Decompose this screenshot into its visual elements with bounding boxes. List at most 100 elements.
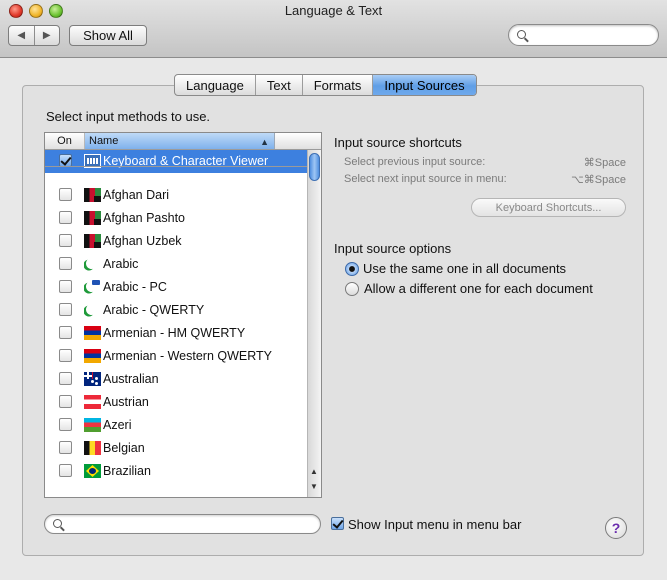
row-enabled-checkbox[interactable]: [59, 349, 72, 362]
show-input-menu-label: Show Input menu in menu bar: [348, 517, 522, 532]
show-input-menu-checkbox[interactable]: [331, 517, 344, 530]
afghanistan-flag-icon: [84, 211, 101, 225]
input-source-filter-input[interactable]: [67, 517, 307, 531]
back-forward-control: ◀ ▶: [8, 25, 60, 46]
row-name: Arabic - QWERTY: [103, 303, 205, 317]
table-row[interactable]: Arabic - QWERTY: [45, 299, 307, 322]
arabic-pc-icon: [84, 280, 101, 294]
row-enabled-checkbox[interactable]: [59, 257, 72, 270]
scroll-down-icon[interactable]: ▼: [310, 482, 318, 491]
input-source-filter-field[interactable]: [44, 514, 321, 534]
tab-language[interactable]: Language: [175, 75, 255, 95]
australia-flag-icon: [84, 372, 101, 386]
row-enabled-checkbox[interactable]: [59, 395, 72, 408]
table-row[interactable]: Afghan Pashto: [45, 207, 307, 230]
scrollbar-thumb[interactable]: [309, 153, 320, 181]
row-enabled-checkbox[interactable]: [59, 464, 72, 477]
row-name: Azeri: [103, 418, 132, 432]
previous-source-shortcut: ⌘Space: [583, 157, 626, 169]
table-row[interactable]: Afghan Uzbek: [45, 230, 307, 253]
back-arrow-icon: ◀: [17, 30, 26, 41]
row-enabled-checkbox[interactable]: [59, 211, 72, 224]
different-source-label: Allow a different one for each document: [364, 281, 593, 296]
column-header-name[interactable]: Name ▲: [85, 133, 275, 149]
column-header-on[interactable]: On: [45, 133, 85, 149]
help-button[interactable]: ?: [605, 517, 627, 539]
preferences-search-input[interactable]: [531, 28, 651, 42]
table-row[interactable]: Australian: [45, 368, 307, 391]
brazil-flag-icon: [84, 464, 101, 478]
keyboard-shortcuts-button[interactable]: Keyboard Shortcuts...: [471, 198, 626, 217]
next-source-shortcut: ⌥⌘Space: [571, 174, 626, 186]
window-toolbar: Language & Text ◀ ▶ Show All: [0, 0, 667, 58]
table-row[interactable]: Azeri: [45, 414, 307, 437]
row-name: Afghan Uzbek: [103, 234, 182, 248]
row-name: Armenian - HM QWERTY: [103, 326, 246, 340]
sort-ascending-icon: ▲: [260, 137, 269, 147]
search-icon: [53, 519, 62, 528]
same-source-label: Use the same one in all documents: [363, 261, 567, 276]
row-enabled-checkbox[interactable]: [59, 234, 72, 247]
shortcuts-heading: Input source shortcuts: [334, 135, 462, 150]
different-source-radio[interactable]: [345, 282, 359, 296]
scroll-up-icon[interactable]: ▲: [310, 467, 318, 476]
window-title: Language & Text: [284, 3, 383, 18]
table-rows: Keyboard & Character Viewer Afghan Dari …: [45, 150, 307, 483]
row-separator-space: [45, 173, 307, 184]
afghanistan-flag-icon: [84, 188, 101, 202]
forward-button[interactable]: ▶: [33, 26, 60, 45]
header-corner: [307, 133, 321, 150]
table-row[interactable]: Armenian - Western QWERTY: [45, 345, 307, 368]
options-heading: Input source options: [334, 241, 452, 256]
search-icon: [517, 30, 526, 39]
row-name: Austrian: [103, 395, 149, 409]
back-button[interactable]: ◀: [9, 26, 34, 45]
tab-text[interactable]: Text: [254, 75, 302, 95]
preferences-search-field[interactable]: [508, 24, 659, 46]
row-name: Belgian: [103, 441, 145, 455]
table-row[interactable]: Armenian - HM QWERTY: [45, 322, 307, 345]
row-enabled-checkbox[interactable]: [59, 326, 72, 339]
row-enabled-checkbox[interactable]: [59, 188, 72, 201]
table-row[interactable]: Keyboard & Character Viewer: [45, 150, 307, 173]
row-enabled-checkbox[interactable]: [59, 418, 72, 431]
arabic-crescent-icon: [84, 257, 101, 271]
forward-arrow-icon: ▶: [42, 30, 51, 41]
afghanistan-flag-icon: [84, 234, 101, 248]
row-enabled-checkbox[interactable]: [59, 280, 72, 293]
table-row[interactable]: Arabic - PC: [45, 276, 307, 299]
table-header: On Name ▲: [45, 133, 307, 150]
table-row[interactable]: Arabic: [45, 253, 307, 276]
next-source-label: Select next input source in menu:: [344, 173, 507, 185]
row-name: Afghan Dari: [103, 188, 170, 202]
input-methods-heading: Select input methods to use.: [46, 109, 211, 124]
input-methods-table: On Name ▲ Keyboard & Character Viewer Af…: [44, 132, 322, 498]
tab-formats[interactable]: Formats: [301, 75, 373, 95]
row-enabled-checkbox[interactable]: [59, 441, 72, 454]
table-row[interactable]: Afghan Dari: [45, 184, 307, 207]
armenia-flag-icon: [84, 349, 101, 363]
same-source-radio[interactable]: [345, 262, 359, 276]
show-all-button[interactable]: Show All: [69, 25, 147, 46]
table-scrollbar[interactable]: ▲ ▼: [307, 150, 321, 497]
row-divider: [45, 166, 307, 167]
arabic-crescent-icon: [84, 303, 101, 317]
row-name: Afghan Pashto: [103, 211, 186, 225]
table-row[interactable]: Austrian: [45, 391, 307, 414]
row-enabled-checkbox[interactable]: [59, 303, 72, 316]
azerbaijan-flag-icon: [84, 418, 101, 432]
column-header-name-label: Name: [89, 135, 119, 147]
table-row[interactable]: Belgian: [45, 437, 307, 460]
row-name: Armenian - Western QWERTY: [103, 349, 273, 363]
row-name: Arabic - PC: [103, 280, 167, 294]
row-name: Arabic: [103, 257, 139, 271]
row-name: Brazilian: [103, 464, 151, 478]
belgium-flag-icon: [84, 441, 101, 455]
austria-flag-icon: [84, 395, 101, 409]
help-icon: ?: [611, 520, 621, 536]
row-enabled-checkbox[interactable]: [59, 372, 72, 385]
armenia-flag-icon: [84, 326, 101, 340]
tab-input-sources[interactable]: Input Sources: [372, 75, 476, 95]
table-row[interactable]: Brazilian: [45, 460, 307, 483]
tab-bar: Language Text Formats Input Sources: [174, 74, 477, 96]
